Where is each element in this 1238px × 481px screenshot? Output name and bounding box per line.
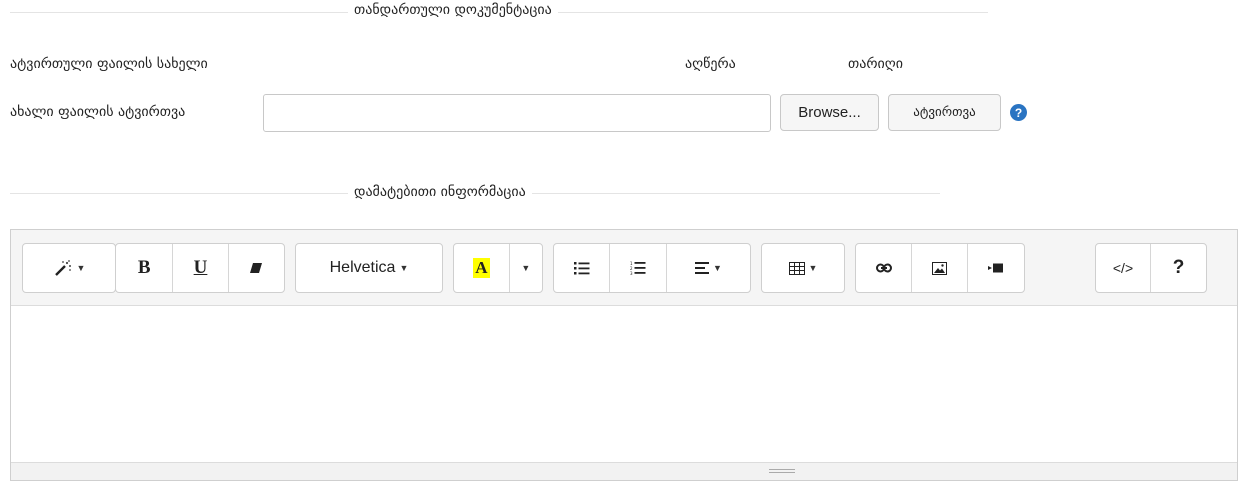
link-icon[interactable] bbox=[856, 244, 913, 292]
font-name-label: Helvetica bbox=[329, 259, 396, 276]
rich-text-editor: ▼ B U Helvetica ▼ A ▼ 1 2 3 ▼ ▼ </> ? bbox=[10, 229, 1238, 481]
chevron-down-icon: ▼ bbox=[521, 263, 531, 273]
upload-label: ახალი ფაილის ატვირთვა bbox=[10, 104, 186, 120]
upload-button[interactable]: ატვირთვა bbox=[888, 94, 1001, 131]
section-title-documents: თანდართული დოკუმენტაცია bbox=[348, 2, 558, 18]
misc-group: </> ? bbox=[1095, 243, 1207, 293]
unordered-list-icon[interactable] bbox=[554, 244, 611, 292]
chevron-down-icon: ▼ bbox=[712, 263, 722, 273]
table-group: ▼ bbox=[761, 243, 845, 293]
resize-bar[interactable] bbox=[11, 462, 1237, 480]
font-color-icon[interactable]: A bbox=[454, 244, 510, 292]
chevron-down-icon: ▼ bbox=[76, 263, 86, 273]
help-icon[interactable]: ? bbox=[1010, 104, 1027, 121]
font-style-group: B U bbox=[115, 243, 285, 293]
code-view-icon[interactable]: </> bbox=[1096, 244, 1152, 292]
file-path-input[interactable] bbox=[263, 94, 771, 132]
column-header-description: აღწერა bbox=[685, 56, 736, 72]
column-header-filename: ატვირთული ფაილის სახელი bbox=[10, 56, 208, 72]
editor-toolbar: ▼ B U Helvetica ▼ A ▼ 1 2 3 ▼ ▼ </> ? bbox=[11, 230, 1237, 306]
font-name-group: Helvetica ▼ bbox=[295, 243, 443, 293]
ordered-list-icon[interactable]: 1 2 3 bbox=[610, 244, 667, 292]
chevron-down-icon: ▼ bbox=[808, 263, 818, 273]
column-header-date: თარიღი bbox=[848, 56, 903, 72]
picture-icon[interactable] bbox=[912, 244, 968, 292]
svg-text:3: 3 bbox=[630, 271, 633, 275]
magic-wand-icon[interactable]: ▼ bbox=[23, 244, 115, 292]
eraser-icon[interactable] bbox=[229, 244, 284, 292]
chevron-down-icon: ▼ bbox=[399, 263, 409, 273]
resize-handle[interactable] bbox=[769, 469, 795, 470]
bold-button[interactable]: B bbox=[116, 244, 174, 292]
video-icon[interactable] bbox=[968, 244, 1024, 292]
section-title-additional-info: დამატებითი ინფორმაცია bbox=[348, 184, 532, 200]
browse-button[interactable]: Browse... bbox=[780, 94, 879, 131]
table-icon[interactable]: ▼ bbox=[762, 244, 844, 292]
paragraph-group: 1 2 3 ▼ bbox=[553, 243, 751, 293]
style-group: ▼ bbox=[22, 243, 116, 293]
insert-group bbox=[855, 243, 1025, 293]
resize-handle[interactable] bbox=[769, 472, 795, 473]
underline-button[interactable]: U bbox=[173, 244, 229, 292]
help-icon[interactable]: ? bbox=[1151, 244, 1206, 292]
color-dropdown-button[interactable]: ▼ bbox=[510, 244, 542, 292]
font-name-dropdown[interactable]: Helvetica ▼ bbox=[296, 244, 442, 292]
align-icon[interactable]: ▼ bbox=[667, 244, 750, 292]
editor-content-area[interactable] bbox=[11, 306, 1237, 463]
color-group: A ▼ bbox=[453, 243, 543, 293]
